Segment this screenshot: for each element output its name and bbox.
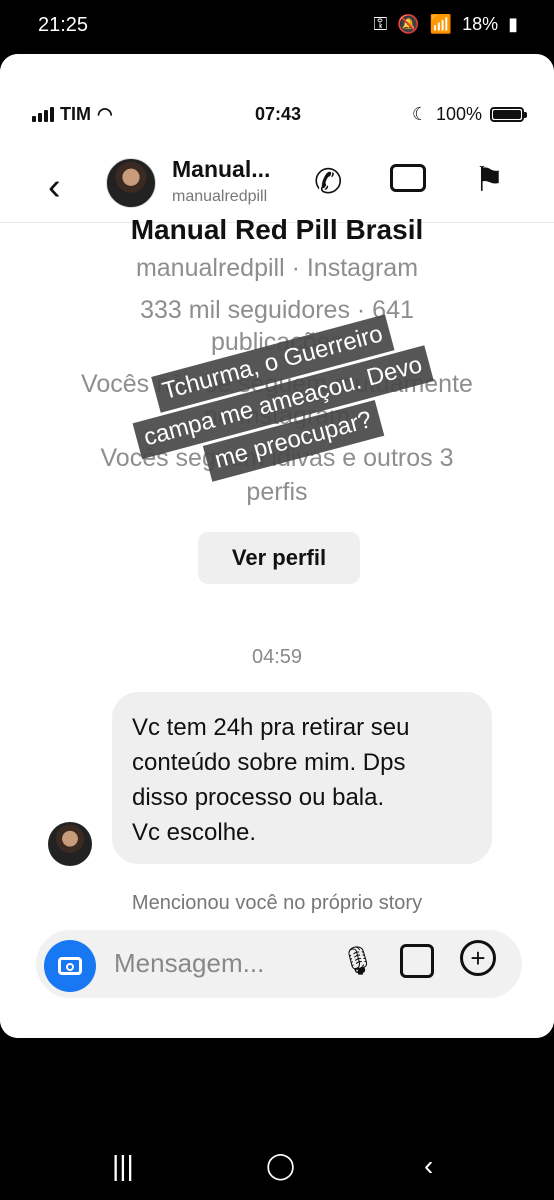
message-line: disso processo ou bala.: [132, 784, 385, 811]
recent-apps-icon[interactable]: |||: [112, 1150, 134, 1182]
ios-status-right: ☾ 100%: [411, 104, 527, 125]
mute-icon: 🔕: [397, 14, 420, 34]
profile-followed-line2: perfis: [246, 478, 308, 506]
story-mention-note: Mencionou você no próprio story: [131, 892, 423, 914]
profile-title: Manual Red Pill Brasil: [130, 214, 424, 245]
wifi-icon: 📶: [429, 14, 453, 34]
message-bubble: Vc tem 24h pra retirar seu conteúdo sobr…: [112, 692, 492, 864]
device-status-icons: ⚿ 🔕 📶 18% ▮: [374, 14, 518, 35]
battery-fill: [493, 110, 521, 119]
mic-icon[interactable]: 🎙: [340, 944, 376, 977]
image-icon[interactable]: [400, 944, 434, 978]
device-battery-text: 18%: [462, 14, 499, 34]
message-line: Vc tem 24h pra retirar seu: [132, 714, 410, 741]
profile-stats-line1: 333 mil seguidores · 641: [140, 296, 414, 324]
profile-subtitle: manualredpill · Instagram: [135, 254, 419, 282]
message-composer[interactable]: Mensagem... 🎙 +: [36, 930, 522, 998]
message-timestamp: 04:59: [251, 646, 303, 668]
chat-name[interactable]: Manual...: [172, 156, 270, 183]
camera-icon: [58, 957, 82, 975]
plus-icon[interactable]: +: [460, 940, 496, 976]
android-nav-bar: ||| ◯ ‹: [0, 1140, 554, 1194]
flag-icon[interactable]: ⚑: [474, 160, 504, 200]
camera-button[interactable]: [44, 940, 96, 992]
back-icon[interactable]: ‹: [424, 1150, 433, 1182]
avatar[interactable]: [106, 158, 156, 208]
message-line: Vc escolhe.: [132, 819, 257, 846]
device-time: 21:25: [38, 14, 89, 36]
ios-battery-text: 100%: [435, 104, 482, 124]
video-icon[interactable]: [390, 164, 426, 192]
ios-status-bar: TIM ◠ 07:43 ☾ 100%: [32, 104, 527, 130]
chat-header: ‹ Manual... manualredpill ✆ ⚑: [0, 148, 554, 223]
home-icon[interactable]: ◯: [266, 1150, 295, 1181]
message-input[interactable]: Mensagem...: [114, 948, 264, 979]
message-line: conteúdo sobre mim. Dps: [132, 749, 406, 776]
story-card: TIM ◠ 07:43 ☾ 100% ‹ Manual... manualred…: [0, 54, 554, 1038]
sender-avatar: [48, 822, 92, 866]
phone-icon[interactable]: ✆: [314, 162, 343, 202]
back-icon[interactable]: ‹: [48, 166, 61, 209]
lock-icon: ⚿: [373, 14, 388, 34]
chat-handle: manualredpill: [172, 188, 268, 205]
battery-icon: [490, 107, 527, 122]
dm-screenshot: TIM ◠ 07:43 ☾ 100% ‹ Manual... manualred…: [0, 54, 554, 1038]
view-profile-button[interactable]: Ver perfil: [198, 532, 360, 584]
moon-icon: ☾: [411, 104, 428, 124]
battery-icon: ▮: [508, 14, 518, 34]
device-status-bar: 21:25 ⚿ 🔕 📶 18% ▮: [0, 0, 554, 52]
